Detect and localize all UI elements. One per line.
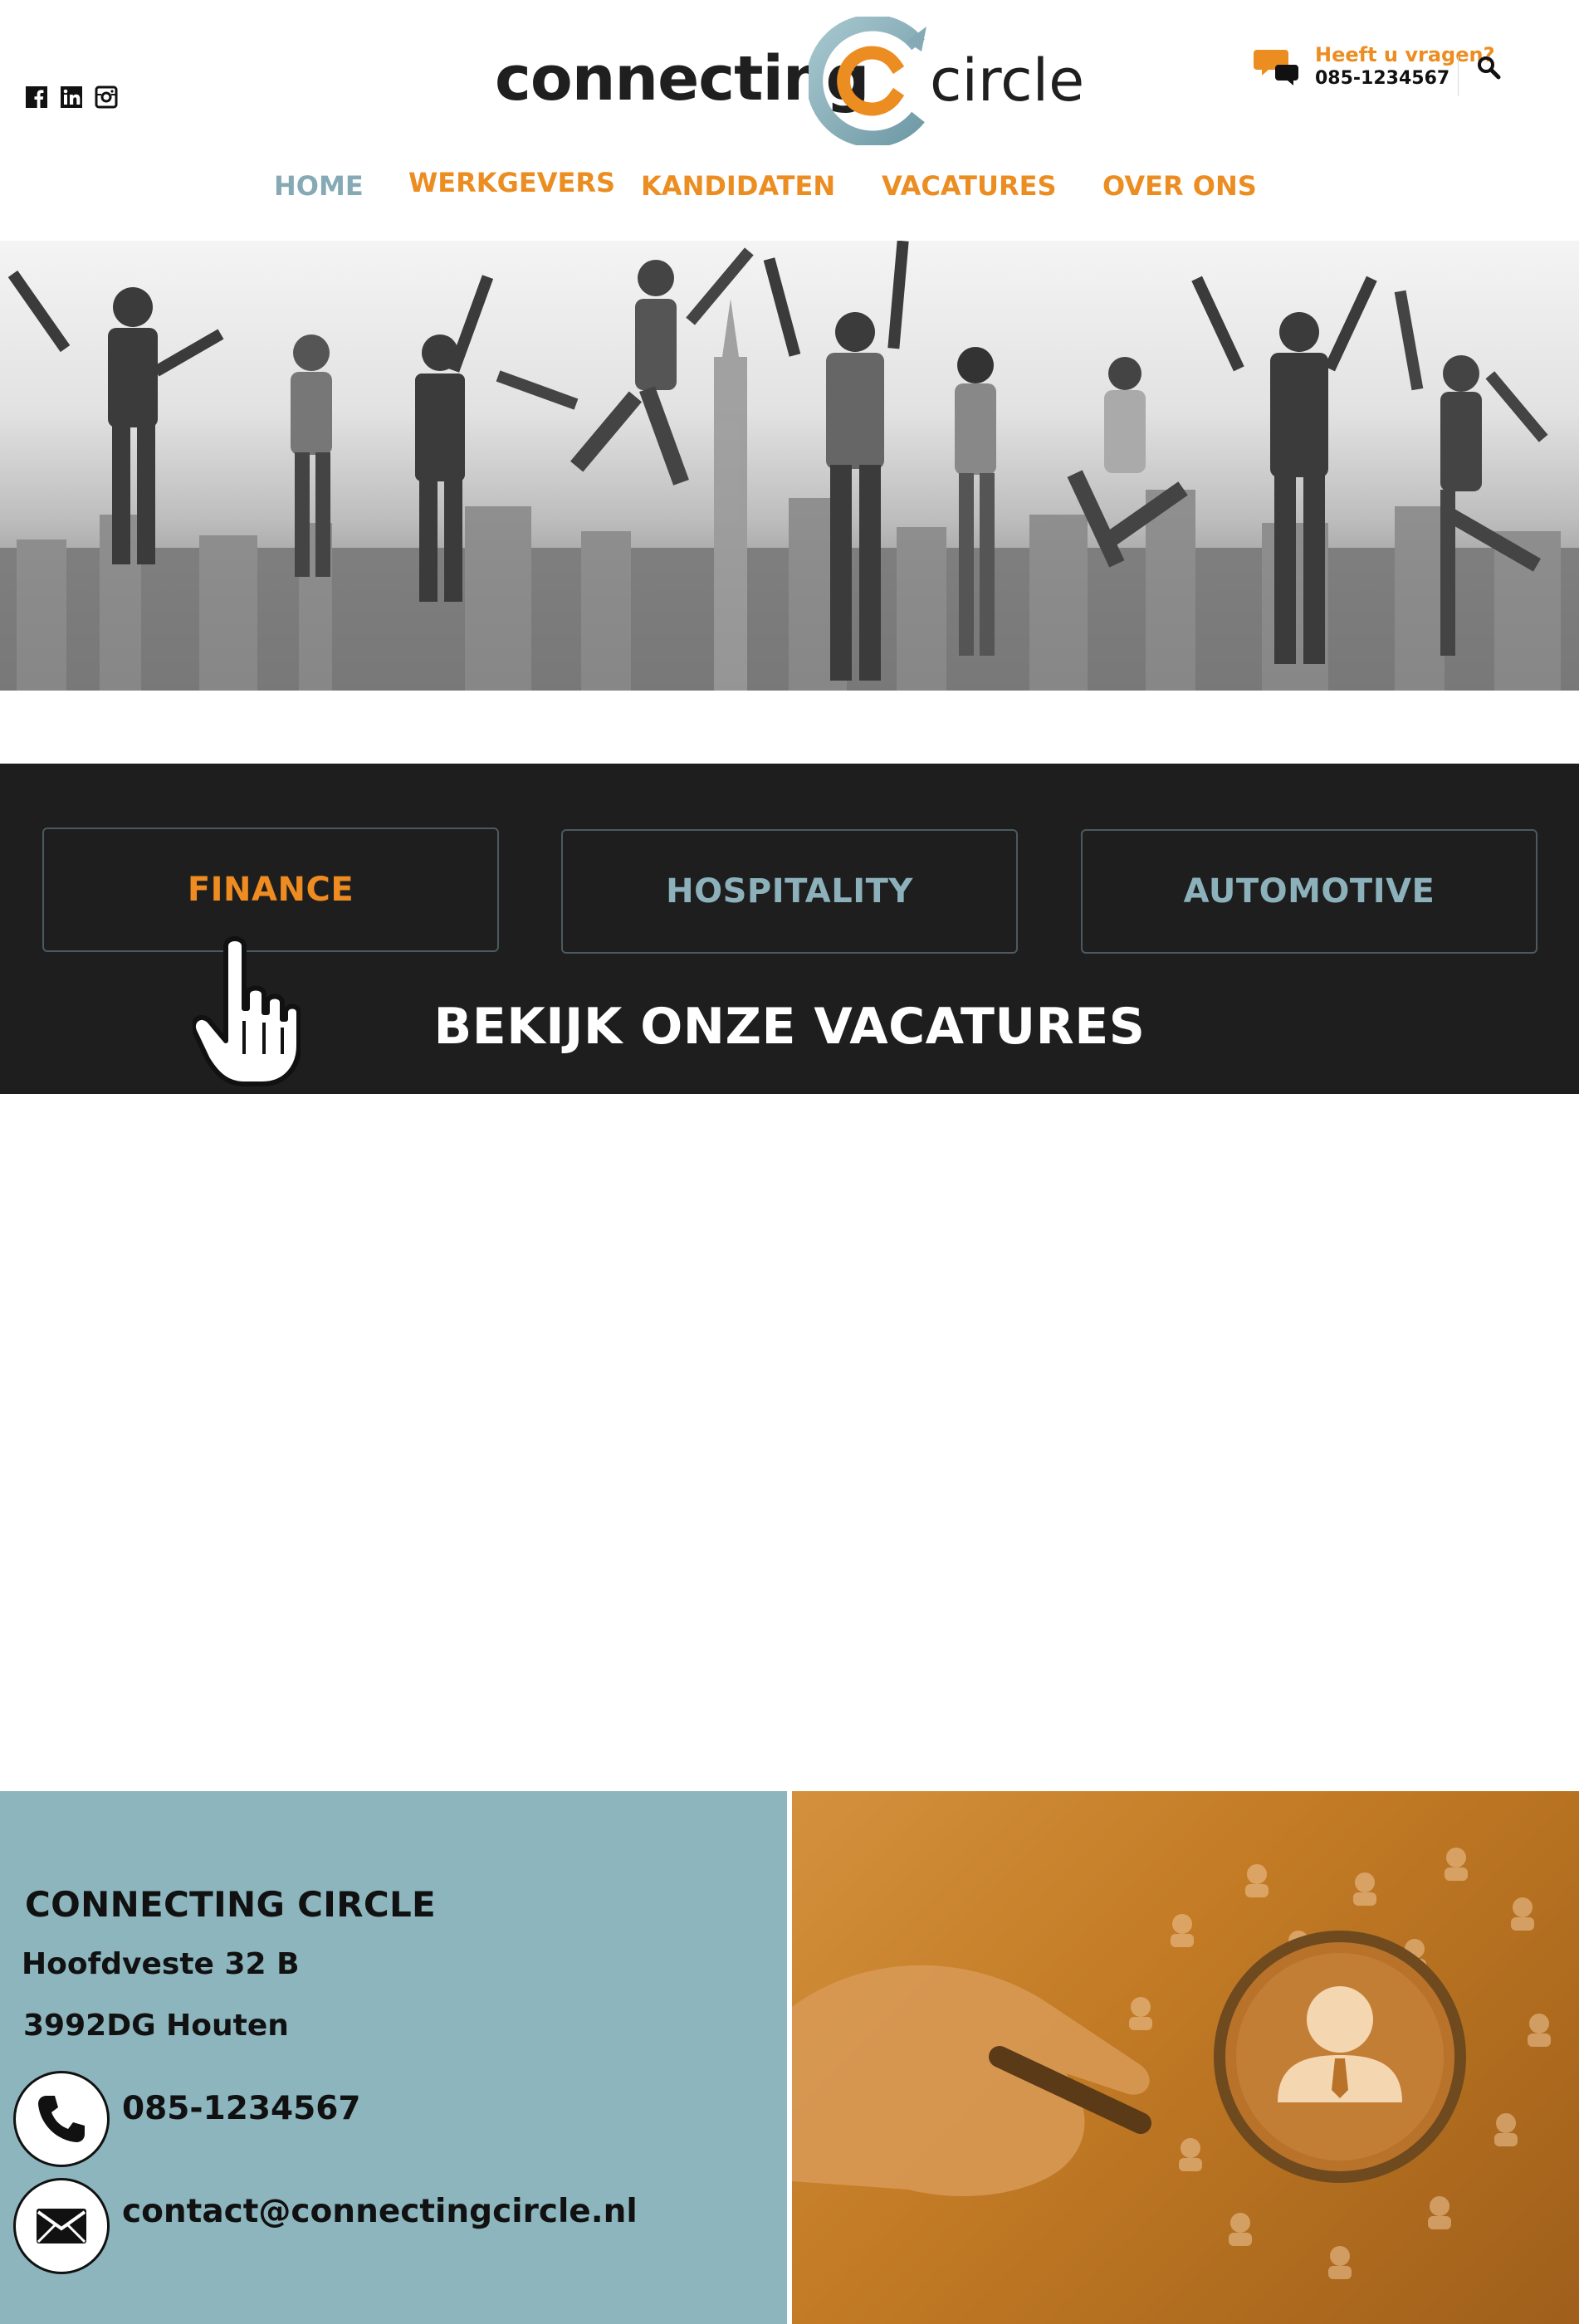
category-hospitality-button[interactable]: HOSPITALITY xyxy=(561,829,1018,954)
header-phone-number[interactable]: 085-1234567 xyxy=(1315,68,1449,89)
search-icon[interactable] xyxy=(1476,55,1501,80)
facebook-icon[interactable] xyxy=(25,85,48,109)
main-navigation: HOME WERKGEVERS KANDIDATEN VACATURES OVE… xyxy=(0,167,1579,212)
nav-item-over-ons[interactable]: OVER ONS xyxy=(1102,170,1257,202)
logo-wordmark-right: circle xyxy=(930,46,1085,115)
linkedin-icon[interactable] xyxy=(60,85,83,109)
envelope-icon xyxy=(37,2209,86,2243)
hand-pointer-icon xyxy=(193,936,301,1086)
instagram-icon[interactable] xyxy=(95,85,118,109)
category-finance-label: FINANCE xyxy=(187,871,354,909)
footer-company-name: CONNECTING CIRCLE xyxy=(25,1884,437,1925)
site-logo[interactable]: connecting circle xyxy=(495,17,1084,149)
header-divider xyxy=(1458,56,1459,96)
social-links xyxy=(25,85,118,109)
header-contact[interactable]: Heeft u vragen? 085-1234567 xyxy=(1254,43,1503,101)
footer-recruitment-image xyxy=(792,1791,1579,2324)
footer-phone-button[interactable] xyxy=(13,2071,110,2167)
header-question-text: Heeft u vragen? xyxy=(1315,43,1495,66)
site-header: connecting circle Heeft u vragen? 085-12… xyxy=(0,0,1579,241)
category-automotive-button[interactable]: AUTOMOTIVE xyxy=(1081,829,1537,954)
category-automotive-label: AUTOMOTIVE xyxy=(1183,872,1435,911)
hero-jumping-people-illustration xyxy=(0,241,1579,691)
footer-city: 3992DG Houten xyxy=(23,2009,289,2043)
nav-item-kandidaten[interactable]: KANDIDATEN xyxy=(641,170,835,202)
footer-contact-panel: CONNECTING CIRCLE Hoofdveste 32 B 3992DG… xyxy=(0,1791,787,2324)
hero-banner-image xyxy=(0,241,1579,691)
phone-icon xyxy=(38,2096,85,2142)
nav-item-werkgevers[interactable]: WERKGEVERS xyxy=(408,167,615,198)
footer-email-button[interactable] xyxy=(13,2178,110,2274)
footer-street: Hoofdveste 32 B xyxy=(22,1947,300,1981)
category-hospitality-label: HOSPITALITY xyxy=(666,872,913,911)
nav-item-vacatures[interactable]: VACATURES xyxy=(882,170,1056,202)
footer-email-address[interactable]: contact@connectingcircle.nl xyxy=(122,2193,638,2230)
logo-c-mark-icon xyxy=(809,17,926,145)
nav-item-home[interactable]: HOME xyxy=(274,170,364,202)
magnifier-people-network-illustration xyxy=(792,1848,1551,2279)
chat-bubbles-icon xyxy=(1254,50,1298,85)
footer-phone-number[interactable]: 085-1234567 xyxy=(122,2090,361,2127)
